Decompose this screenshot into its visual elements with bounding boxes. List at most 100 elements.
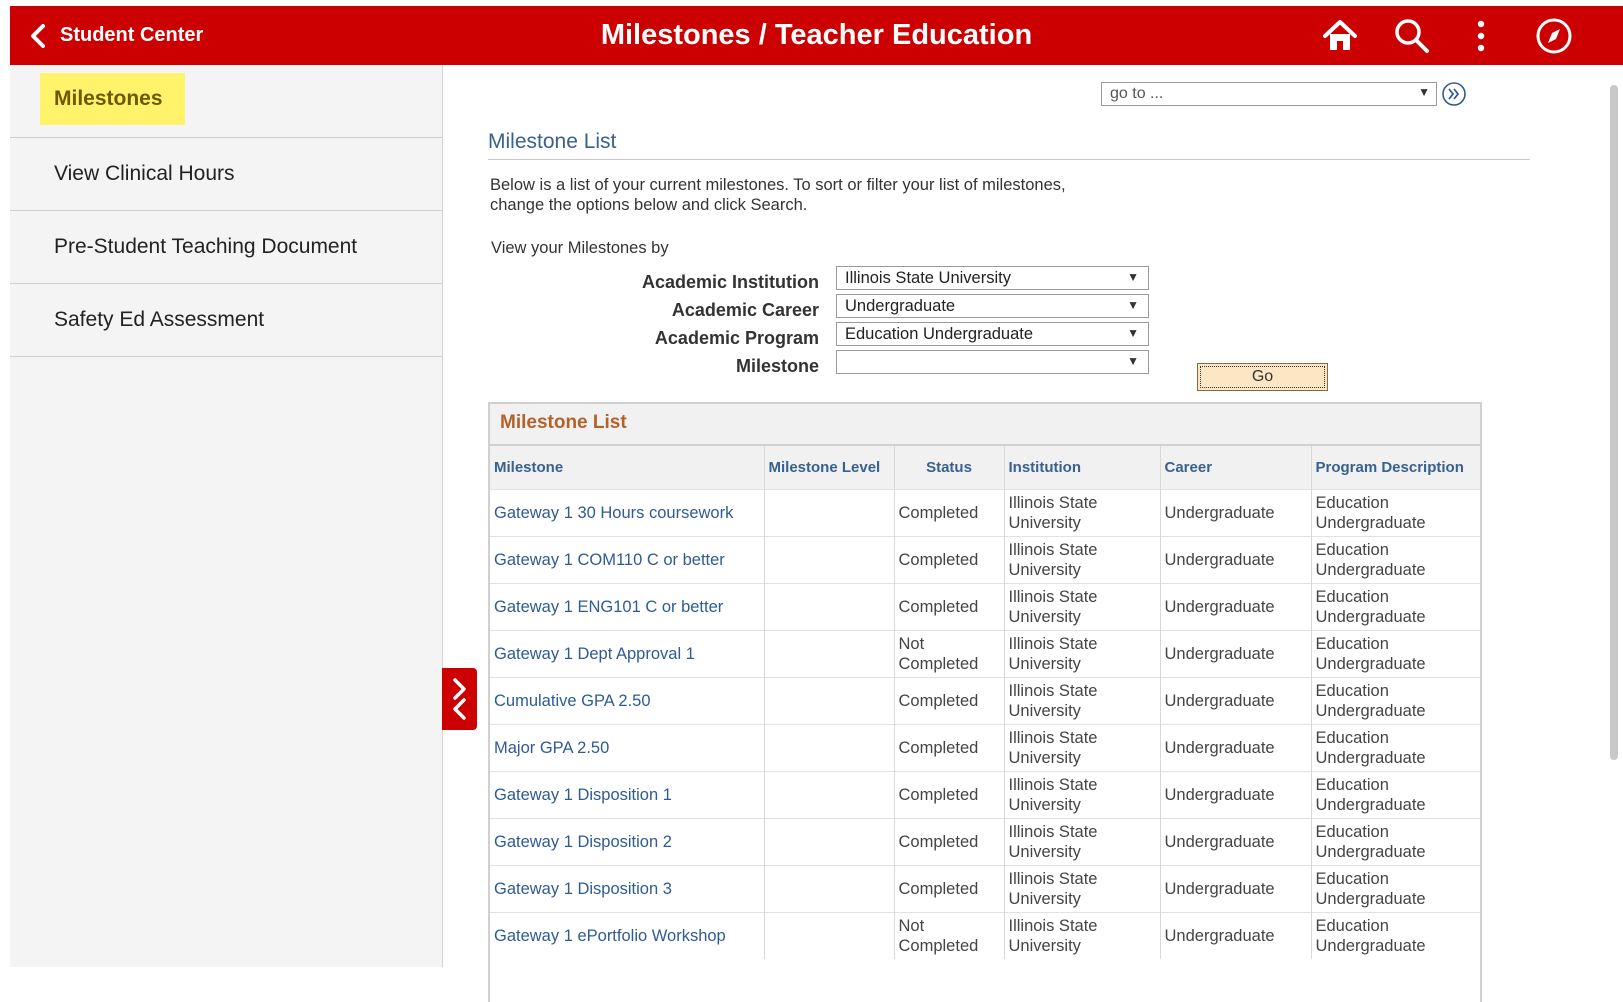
column-header[interactable]: Career	[1160, 446, 1312, 490]
column-header[interactable]: Institution	[1004, 446, 1161, 490]
section-title: Milestone List	[488, 130, 617, 153]
collapse-chevrons-icon	[453, 678, 466, 720]
back-to-student-center-button[interactable]: Student Center	[28, 6, 203, 65]
milestone-link[interactable]: Gateway 1 Disposition 1	[494, 786, 672, 804]
institution-cell: Illinois State University	[1004, 771, 1161, 819]
navbar-compass-icon[interactable]	[1535, 17, 1573, 55]
institution-cell: Illinois State University	[1004, 865, 1161, 913]
table-row: Gateway 1 COM110 C or better Completed Ill…	[490, 536, 1480, 584]
program-cell: Education Undergraduate	[1311, 583, 1480, 631]
milestone-link[interactable]: Gateway 1 Dept Approval 1	[494, 645, 695, 663]
career-cell: Undergraduate	[1160, 489, 1312, 537]
status-cell: Completed	[894, 583, 1005, 631]
level-cell	[764, 912, 895, 959]
dropdown-arrow-icon: ▼	[1127, 354, 1139, 368]
status-cell: Completed	[894, 677, 1005, 725]
program-cell: Education Undergraduate	[1311, 724, 1480, 772]
go-button[interactable]: Go	[1197, 363, 1328, 391]
goto-select[interactable]: go to ... ▼	[1101, 82, 1437, 106]
table-row: Major GPA 2.50 Completed Illinois State Un…	[490, 724, 1480, 772]
top-banner: Student Center Milestones / Teacher Educ…	[10, 6, 1623, 65]
milestone-cell: Cumulative GPA 2.50	[490, 677, 765, 725]
nav-item-label: Pre-Student Teaching Document	[54, 235, 358, 258]
page-title: Milestones / Teacher Education	[600, 19, 1033, 51]
program-cell: Education Undergraduate	[1311, 630, 1480, 678]
career-cell: Undergraduate	[1160, 865, 1312, 913]
milestone-link[interactable]: Gateway 1 ePortfolio Workshop	[494, 927, 726, 945]
milestone-cell: Gateway 1 Disposition 2	[490, 818, 765, 866]
nav-item-label: View Clinical Hours	[54, 162, 235, 185]
career-cell: Undergraduate	[1160, 724, 1312, 772]
grid-title: Milestone List	[490, 404, 1480, 446]
home-icon[interactable]	[1321, 17, 1359, 55]
table-header-row: Milestone Milestone Level Status Institu…	[490, 446, 1480, 490]
status-cell: Completed	[894, 818, 1005, 866]
institution-value: Illinois State University	[845, 269, 1011, 287]
milestone-grid: Milestone List Milestone Milestone Level…	[488, 402, 1482, 1002]
nav-item-view-clinical-hours[interactable]: View Clinical Hours	[10, 138, 442, 211]
dropdown-arrow-icon: ▼	[1127, 326, 1139, 340]
collapse-nav-toggle[interactable]	[442, 668, 477, 730]
nav-item-milestones[interactable]: Milestones	[10, 65, 442, 138]
career-select[interactable]: Undergraduate ▼	[836, 294, 1149, 318]
dropdown-arrow-icon: ▼	[1418, 85, 1430, 99]
program-cell: Education Undergraduate	[1311, 818, 1480, 866]
career-cell: Undergraduate	[1160, 583, 1312, 631]
career-label: Academic Career	[671, 300, 819, 320]
milestone-link[interactable]: Gateway 1 30 Hours coursework	[494, 504, 733, 522]
nav-item-safety-ed-assessment[interactable]: Safety Ed Assessment	[10, 284, 442, 357]
milestone-link[interactable]: Gateway 1 COM110 C or better	[494, 551, 725, 569]
milestone-link[interactable]: Cumulative GPA 2.50	[494, 692, 651, 710]
search-icon[interactable]	[1393, 17, 1431, 55]
level-cell	[764, 630, 895, 678]
institution-cell: Illinois State University	[1004, 630, 1161, 678]
milestone-link[interactable]: Gateway 1 Disposition 2	[494, 833, 672, 851]
more-vertical-icon[interactable]	[1462, 17, 1500, 55]
column-header[interactable]: Milestone Level	[764, 446, 895, 490]
table-row: Gateway 1 ENG101 C or better Completed Ill…	[490, 583, 1480, 631]
column-header[interactable]: Program Description	[1311, 446, 1480, 490]
chevron-left-icon	[31, 23, 45, 48]
level-cell	[764, 677, 895, 725]
level-cell	[764, 771, 895, 819]
program-cell: Education Undergraduate	[1311, 771, 1480, 819]
milestone-cell: Gateway 1 30 Hours coursework	[490, 489, 765, 537]
milestone-cell: Gateway 1 ENG101 C or better	[490, 583, 765, 631]
career-cell: Undergraduate	[1160, 630, 1312, 678]
table-row: Gateway 1 ePortfolio Workshop Not Complet…	[490, 912, 1480, 959]
program-cell: Education Undergraduate	[1311, 912, 1480, 959]
program-cell: Education Undergraduate	[1311, 865, 1480, 913]
status-cell: Completed	[894, 724, 1005, 772]
institution-cell: Illinois State University	[1004, 912, 1161, 959]
dropdown-arrow-icon: ▼	[1127, 298, 1139, 312]
goto-go-icon[interactable]	[1441, 81, 1467, 107]
institution-label: Academic Institution	[641, 272, 819, 292]
nav-item-pre-student-teaching-document[interactable]: Pre-Student Teaching Document	[10, 211, 442, 284]
back-label: Student Center	[60, 24, 204, 46]
level-cell	[764, 583, 895, 631]
divider	[488, 159, 1530, 160]
institution-cell: Illinois State University	[1004, 724, 1161, 772]
left-nav-panel: Milestones View Clinical Hours Pre-Stude…	[10, 65, 443, 967]
career-cell: Undergraduate	[1160, 818, 1312, 866]
milestone-link[interactable]: Gateway 1 ENG101 C or better	[494, 598, 723, 616]
milestone-link[interactable]: Major GPA 2.50	[494, 739, 609, 757]
table-row: Gateway 1 Disposition 2 Completed Illinois…	[490, 818, 1480, 866]
milestone-select[interactable]: ▼	[836, 350, 1149, 374]
program-cell: Education Undergraduate	[1311, 677, 1480, 725]
institution-select[interactable]: Illinois State University ▼	[836, 266, 1149, 290]
career-cell: Undergraduate	[1160, 677, 1312, 725]
program-select[interactable]: Education Undergraduate ▼	[836, 322, 1149, 346]
level-cell	[764, 536, 895, 584]
institution-cell: Illinois State University	[1004, 583, 1161, 631]
column-header[interactable]: Milestone	[490, 446, 765, 490]
column-header[interactable]: Status	[894, 446, 1005, 490]
milestone-cell: Gateway 1 Disposition 3	[490, 865, 765, 913]
milestone-link[interactable]: Gateway 1 Disposition 3	[494, 880, 672, 898]
career-cell: Undergraduate	[1160, 771, 1312, 819]
nav-item-label: Safety Ed Assessment	[54, 308, 265, 331]
institution-cell: Illinois State University	[1004, 536, 1161, 584]
status-cell: Completed	[894, 536, 1005, 584]
page-scrollbar[interactable]	[1610, 85, 1618, 760]
level-cell	[764, 724, 895, 772]
